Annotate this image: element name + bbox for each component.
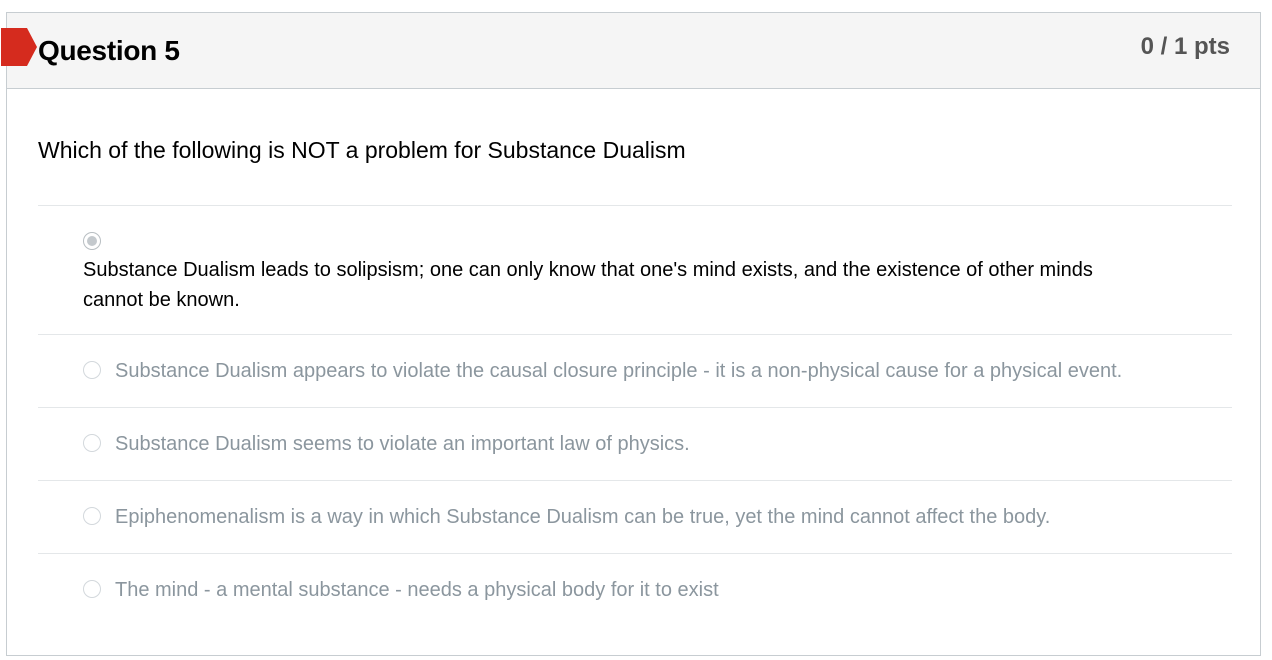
question-text: Which of the following is NOT a problem … [38, 137, 686, 163]
radio-button[interactable] [83, 434, 101, 452]
answer-option[interactable]: Substance Dualism appears to violate the… [38, 335, 1232, 407]
question-points: 0 / 1 pts [1140, 33, 1230, 60]
answer-text: Substance Dualism seems to violate an im… [115, 433, 690, 455]
question-header: Question 5 0 / 1 pts [1, 13, 1260, 89]
answer-text: The mind - a mental substance - needs a … [115, 579, 719, 601]
answer-text: Substance Dualism appears to violate the… [115, 360, 1123, 382]
incorrect-answer-flag-icon [1, 28, 37, 66]
answer-option[interactable]: Epiphenomenalism is a way in which Subst… [38, 481, 1232, 553]
answer-option[interactable]: Substance Dualism seems to violate an im… [38, 408, 1232, 480]
question-card: Question 5 0 / 1 pts Which of the follow… [1, 12, 1261, 656]
answer-list: Substance Dualism leads to solipsism; on… [38, 205, 1232, 626]
radio-button[interactable] [83, 361, 101, 379]
answer-text: Epiphenomenalism is a way in which Subst… [115, 506, 1051, 528]
radio-button[interactable] [83, 580, 101, 598]
answer-option-selected[interactable]: Substance Dualism leads to solipsism; on… [38, 206, 1232, 334]
answer-text: Substance Dualism leads to solipsism; on… [83, 259, 1093, 311]
radio-button[interactable] [83, 507, 101, 525]
radio-button-checked[interactable] [83, 232, 101, 250]
question-title: Question 5 [38, 35, 180, 66]
answer-option[interactable]: The mind - a mental substance - needs a … [38, 554, 1232, 626]
